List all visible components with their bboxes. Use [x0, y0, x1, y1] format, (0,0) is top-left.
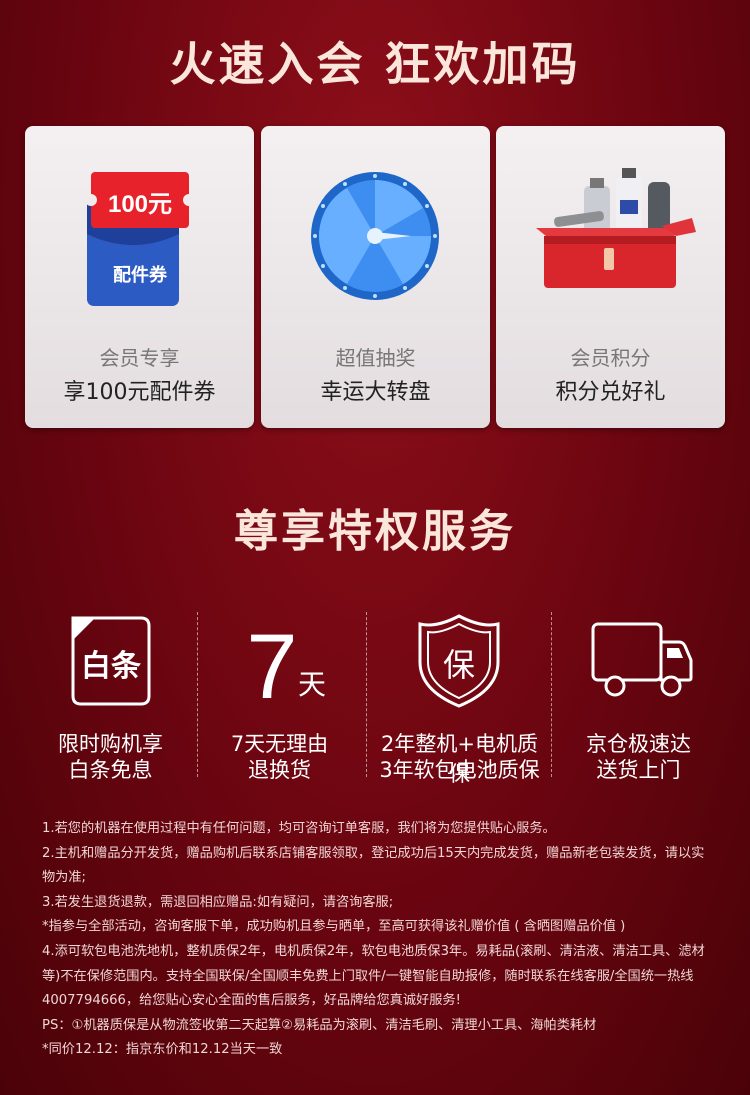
note-line: 3.若发生退货退款，需退回相应赠品:如有疑问，请咨询客服; — [42, 894, 394, 910]
note-line: 4.添可软包电池洗地机，整机质保2年，电机质保2年，软包电池质保3年。易耗品(滚… — [42, 943, 705, 1009]
card-coupon-title: 享100元配件券 — [63, 380, 216, 405]
gift-box-icon — [536, 168, 696, 288]
promo-title: 火速入会 狂欢加码 — [169, 37, 581, 91]
card-points[interactable]: 会员积分 积分兑好礼 — [496, 126, 725, 428]
service-warranty: 保 2年整机+电机质保 3年软包电池质保 — [372, 610, 547, 786]
truck-icon — [591, 622, 693, 697]
wheel-icon — [311, 172, 439, 300]
card-lottery-subtitle: 超值抽奖 — [335, 346, 416, 370]
coupon-amount: 100元 — [108, 191, 172, 218]
service-baitiao-line2: 白条免息 — [68, 758, 153, 782]
service-delivery-line2: 送货上门 — [596, 758, 681, 782]
note-line: *指参与全部活动，咨询客服下单，成功购机且参与晒单，至高可获得该礼赠价值 ( 含… — [42, 919, 626, 935]
divider — [366, 612, 367, 777]
service-seven-day-line2: 退换货 — [248, 758, 311, 782]
service-warranty-line2: 3年软包电池质保 — [379, 758, 540, 782]
note-line: 2.主机和赠品分开发货，赠品购机后联系店铺客服领取，登记成功后15天内完成发货，… — [42, 845, 705, 886]
note-line: PS：①机器质保是从物流签收第二天起算②易耗品为滚刷、清洁毛刷、清理小工具、海帕… — [42, 1017, 597, 1033]
card-points-title: 积分兑好礼 — [555, 380, 666, 405]
card-lottery-title: 幸运大转盘 — [320, 380, 431, 405]
services-title: 尊享特权服务 — [234, 506, 516, 557]
card-coupon-subtitle: 会员专享 — [99, 346, 180, 370]
coupon-label: 配件券 — [113, 264, 168, 286]
service-baitiao: 白条 限时购机享 白条免息 — [23, 610, 198, 785]
seven-day-number: 7 — [246, 616, 297, 710]
terms-notes: 1.若您的机器在使用过程中有任何问题，均可咨询订单客服，我们将为您提供贴心服务。… — [42, 817, 712, 1063]
shield-icon: 保 — [418, 614, 500, 708]
card-coupon[interactable]: 100元 配件券 会员专享 享100元配件券 — [25, 126, 254, 428]
baitiao-icon: 白条 — [71, 616, 151, 706]
seven-day-icon: 7 天 — [246, 616, 326, 710]
note-line: 1.若您的机器在使用过程中有任何问题，均可咨询订单客服，我们将为您提供贴心服务。 — [42, 821, 556, 836]
baitiao-icon-text: 白条 — [81, 649, 141, 684]
service-delivery: 京仓极速达 送货上门 — [551, 610, 726, 785]
service-seven-day: 7 天 7天无理由 退换货 — [192, 610, 367, 785]
card-lottery[interactable]: 超值抽奖 幸运大转盘 — [261, 126, 490, 428]
warranty-icon-text: 保 — [443, 646, 475, 684]
note-line: *同价12.12：指京东价和12.12当天一致 — [42, 1042, 283, 1058]
card-points-subtitle: 会员积分 — [570, 346, 651, 370]
seven-day-unit: 天 — [298, 668, 326, 701]
coupon-icon: 100元 配件券 — [85, 172, 195, 306]
member-benefit-cards: 100元 配件券 会员专享 享100元配件券 超值抽奖 幸运大转盘 会员积分 积… — [25, 126, 725, 428]
